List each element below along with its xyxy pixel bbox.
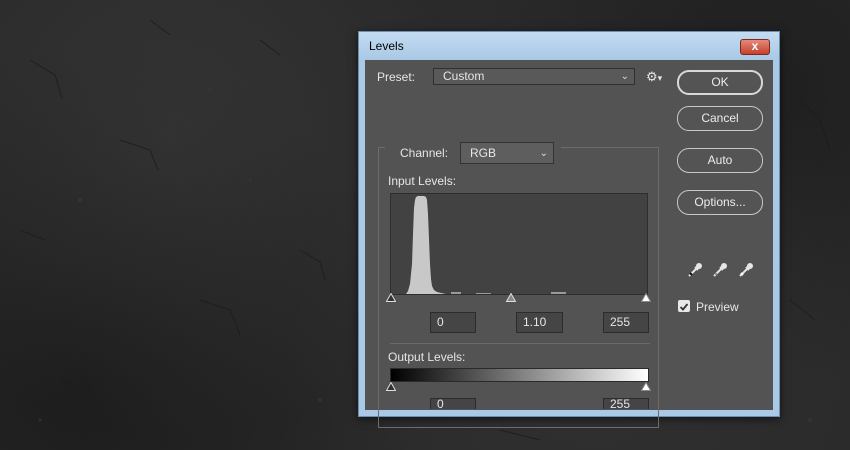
dialog-body: Preset: Custom ⌄ ⚙▾ OK Cancel Auto Optio…: [365, 60, 773, 428]
auto-button[interactable]: Auto: [677, 148, 763, 173]
preview-checkbox[interactable]: [678, 300, 690, 312]
input-black-field[interactable]: 0: [430, 312, 476, 333]
white-point-eyedropper-icon[interactable]: [737, 261, 755, 279]
output-white-field[interactable]: 255: [603, 398, 649, 409]
chevron-down-icon: ⌄: [539, 148, 548, 159]
input-white-field[interactable]: 255: [603, 312, 649, 333]
channel-dropdown[interactable]: RGB ⌄: [460, 142, 554, 164]
output-gradient-bar: [390, 368, 649, 382]
preset-value: Custom: [443, 69, 485, 83]
channel-value: RGB: [470, 146, 497, 160]
title-bar[interactable]: Levels x: [359, 32, 779, 60]
input-black-slider[interactable]: [386, 293, 396, 302]
ok-button[interactable]: OK: [677, 70, 763, 95]
gray-point-eyedropper-icon[interactable]: [711, 261, 729, 279]
chevron-down-icon: ⌄: [620, 71, 629, 82]
options-button[interactable]: Options...: [677, 190, 763, 215]
close-icon: x: [751, 39, 759, 53]
black-point-eyedropper-icon[interactable]: [686, 261, 704, 279]
preset-dropdown[interactable]: Custom ⌄: [433, 68, 635, 85]
histogram: [390, 193, 648, 295]
levels-dialog: Levels x Preset: Custom ⌄ ⚙▾ OK Cancel A…: [358, 31, 780, 428]
input-midtone-field[interactable]: 1.10: [516, 312, 563, 333]
checkmark-icon: [679, 303, 689, 311]
output-levels-label: Output Levels:: [388, 350, 466, 364]
output-black-field[interactable]: 0: [430, 398, 476, 409]
preset-label: Preset:: [377, 70, 416, 84]
close-button[interactable]: x: [740, 39, 770, 55]
output-white-value: 255: [610, 398, 631, 409]
input-white-slider[interactable]: [641, 293, 651, 302]
output-black-value: 0: [437, 398, 444, 409]
dialog-title: Levels: [369, 39, 404, 53]
output-white-slider[interactable]: [641, 382, 651, 391]
gear-icon[interactable]: ⚙▾: [646, 69, 662, 85]
output-black-slider[interactable]: [386, 382, 396, 391]
channel-label: Channel:: [400, 146, 449, 160]
input-levels-label: Input Levels:: [388, 174, 457, 188]
input-midtone-slider[interactable]: [506, 293, 516, 302]
divider: [390, 343, 650, 344]
cancel-button[interactable]: Cancel: [677, 106, 763, 131]
preview-label: Preview: [696, 300, 739, 314]
histogram-plot: [406, 196, 566, 294]
